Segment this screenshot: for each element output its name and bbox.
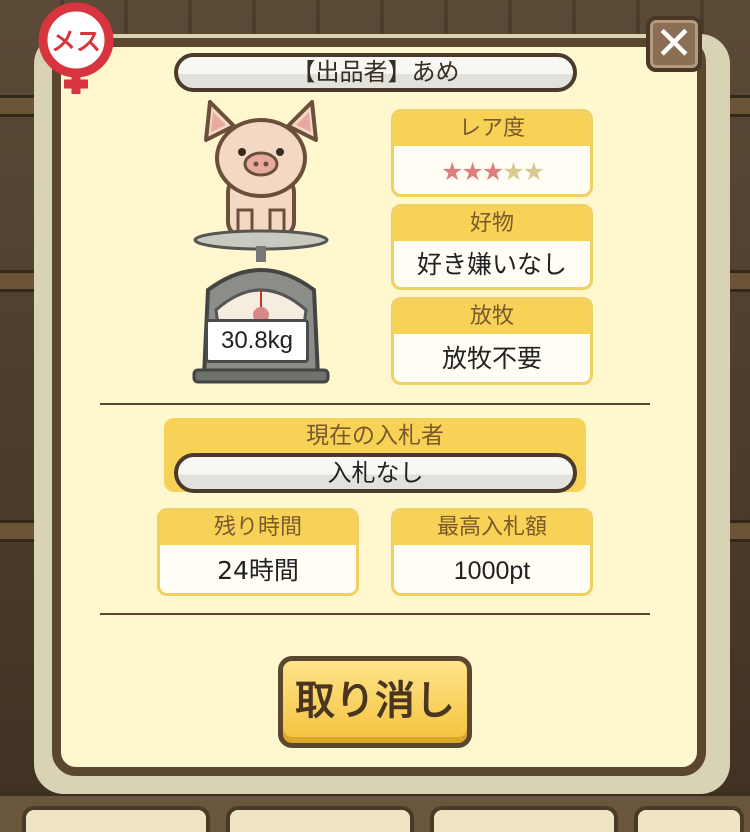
bottom-nav-tab[interactable] <box>22 806 210 832</box>
cancel-listing-button[interactable]: 取り消し <box>278 656 472 748</box>
grazing-value: 放牧不要 <box>441 344 542 373</box>
bottom-nav-tab[interactable] <box>226 806 414 832</box>
favorite-food-card: 好物 好き嫌いなし <box>391 204 593 290</box>
seller-name-bar: 【出品者】あめ <box>174 53 577 92</box>
star-filled-icon: ★ <box>461 157 483 186</box>
highest-bid-card: 最高入札額 1000pt <box>391 508 593 596</box>
time-left-card: 残り時間 24時間 <box>157 508 359 596</box>
gender-badge-label: メス <box>51 27 101 56</box>
favorite-food-label: 好物 <box>394 207 590 241</box>
grazing-label: 放牧 <box>394 300 590 334</box>
current-bidder-label: 現在の入札者 <box>306 423 444 449</box>
star-filled-icon: ★ <box>440 157 463 186</box>
grazing-card: 放牧 放牧不要 <box>391 297 593 385</box>
current-bidder-value: 入札なし <box>174 453 577 493</box>
highest-bid-label: 最高入札額 <box>394 511 590 545</box>
section-divider <box>100 613 650 615</box>
time-left-value: 24時間 <box>217 556 299 585</box>
close-button[interactable]: ✕ <box>646 16 702 72</box>
rarity-label: レア度 <box>394 112 590 146</box>
star-empty-icon: ★ <box>502 157 524 186</box>
weight-readout: 30.8kg <box>205 319 309 363</box>
section-divider <box>100 403 650 405</box>
rarity-stars: ★★★★★ <box>394 146 590 194</box>
female-badge-icon: メス <box>38 2 114 94</box>
star-filled-icon: ★ <box>481 157 504 186</box>
time-left-label: 残り時間 <box>160 511 356 545</box>
favorite-food-value: 好き嫌いなし <box>416 250 567 279</box>
bottom-nav-tab[interactable] <box>430 806 618 832</box>
star-empty-icon: ★ <box>522 157 545 186</box>
highest-bid-value: 1000pt <box>453 557 531 585</box>
bottom-nav-tab[interactable] <box>634 806 744 832</box>
rarity-card: レア度 ★★★★★ <box>391 109 593 197</box>
